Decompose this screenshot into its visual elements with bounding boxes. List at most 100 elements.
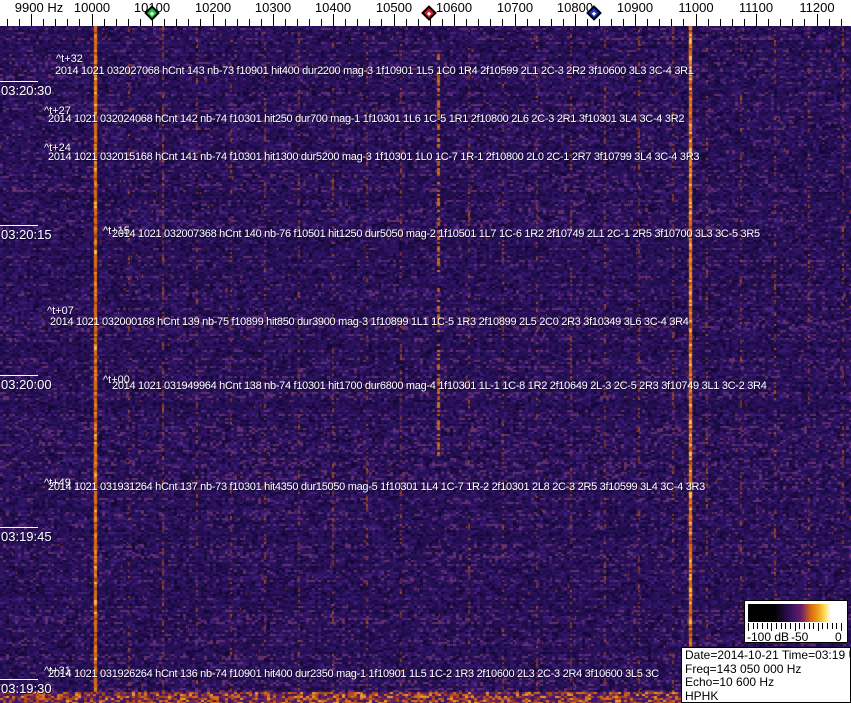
echo-data-text: 2014 1021 032027068 hCnt 143 nb-73 f1090… — [55, 65, 694, 77]
colorbar-tick — [803, 623, 805, 629]
colorbar-label-min: -100 dB — [747, 630, 790, 644]
freq-axis-minor-tick — [442, 19, 444, 26]
freq-axis-minor-tick — [140, 19, 142, 26]
freq-axis-minor-tick — [128, 19, 130, 26]
freq-axis-minor-tick — [7, 19, 8, 26]
colorbar-tick — [813, 623, 815, 629]
freq-axis-label: 10600 — [435, 0, 473, 15]
info-line-echo: Echo=10 600 Hz — [685, 675, 775, 689]
colorbar-label-max: 0 — [835, 630, 842, 644]
freq-axis-minor-tick — [466, 19, 468, 26]
freq-axis-minor-tick — [369, 19, 371, 26]
freq-axis-minor-tick — [43, 19, 45, 26]
colorbar-label-mid: -50 — [791, 630, 809, 644]
colorbar-tick — [789, 623, 791, 629]
freq-marker-red-diamond-icon[interactable] — [421, 5, 437, 21]
time-tick-line — [0, 527, 38, 528]
marker-center-dot — [149, 10, 155, 16]
freq-axis-minor-tick — [55, 19, 57, 26]
colorbar-tick — [841, 623, 842, 631]
freq-axis-label: 10400 — [314, 0, 352, 15]
freq-axis-minor-tick — [708, 19, 710, 26]
freq-axis-minor-tick — [683, 19, 685, 26]
freq-axis-minor-tick — [67, 19, 69, 26]
freq-axis-minor-tick — [19, 19, 20, 26]
freq-axis-major-tick — [696, 14, 697, 26]
freq-axis-minor-tick — [599, 19, 601, 26]
freq-axis-minor-tick — [225, 19, 227, 26]
freq-axis-major-tick — [454, 14, 455, 26]
echo-data-text: 2014 1021 031949964 hCnt 138 nb-74 f1030… — [112, 380, 767, 392]
freq-axis-minor-tick — [357, 19, 359, 26]
freq-axis-minor-tick — [430, 19, 432, 26]
freq-axis-label: 9900 Hz — [14, 0, 64, 15]
colorbar-tick — [794, 623, 796, 631]
time-label: 03:20:15 — [1, 227, 52, 242]
freq-axis-minor-tick — [381, 19, 383, 26]
colorbar-tick — [752, 623, 754, 629]
freq-axis-minor-tick — [587, 19, 589, 26]
colorbar-tick — [831, 623, 833, 629]
freq-axis-label: 11100 — [738, 0, 774, 15]
colorbar-tick — [822, 623, 824, 629]
freq-axis-minor-tick — [804, 19, 806, 26]
freq-axis-major-tick — [333, 14, 334, 26]
freq-axis-minor-tick — [539, 19, 541, 26]
freq-axis-label: 10200 — [194, 0, 232, 15]
freq-axis-minor-tick — [659, 19, 661, 26]
freq-axis-minor-tick — [623, 19, 625, 26]
spectrogram-window: 9900 Hz100001010010200103001040010500106… — [0, 0, 851, 703]
freq-axis-minor-tick — [249, 19, 251, 26]
colorbar-tick — [836, 623, 838, 629]
freq-axis-minor-tick — [261, 19, 263, 26]
freq-axis-minor-tick — [780, 19, 782, 26]
time-tick-line — [0, 81, 38, 82]
freq-axis-minor-tick — [478, 19, 480, 26]
freq-axis-major-tick — [575, 14, 576, 26]
colorbar-tick — [817, 623, 819, 631]
freq-axis-label: 10300 — [254, 0, 292, 15]
freq-axis-minor-tick — [732, 19, 734, 26]
freq-axis-minor-tick — [611, 19, 613, 26]
echo-data-text: 2014 1021 031931264 hCnt 137 nb-73 f1030… — [48, 481, 705, 493]
spectrogram-canvas — [0, 26, 851, 703]
colorbar-tick — [827, 623, 829, 629]
freq-axis-minor-tick — [563, 19, 565, 26]
echo-time-marker: ^t+32 — [56, 53, 83, 65]
freq-axis-minor-tick — [297, 19, 299, 26]
echo-data-text: 2014 1021 032000168 hCnt 139 nb-75 f1089… — [50, 316, 689, 328]
freq-axis-minor-tick — [285, 19, 287, 26]
freq-axis-minor-tick — [768, 19, 770, 26]
freq-axis-major-tick — [756, 14, 757, 26]
freq-axis-label: 10700 — [496, 0, 534, 15]
freq-axis-minor-tick — [164, 19, 166, 26]
freq-axis-minor-tick — [176, 19, 178, 26]
freq-axis-minor-tick — [237, 19, 239, 26]
echo-data-text: 2014 1021 032024068 hCnt 142 nb-74 f1030… — [48, 113, 685, 125]
freq-axis-minor-tick — [200, 19, 202, 26]
colorbar-tick — [766, 623, 768, 629]
freq-axis-major-tick — [635, 14, 636, 26]
freq-axis-minor-tick — [104, 19, 106, 26]
time-label: 03:19:30 — [1, 681, 52, 696]
freq-axis-minor-tick — [79, 19, 81, 26]
time-tick-line — [0, 225, 38, 226]
freq-axis-minor-tick — [551, 19, 553, 26]
freq-axis-label: 10500 — [375, 0, 413, 15]
info-line-freq: Freq=143 050 000 Hz — [685, 661, 802, 676]
time-tick-line — [0, 375, 38, 376]
time-tick-line — [0, 679, 38, 680]
freq-axis-minor-tick — [188, 19, 190, 26]
freq-axis-major-tick — [817, 14, 818, 26]
colorbar-tick — [799, 623, 801, 629]
marker-center-dot — [426, 10, 432, 16]
freq-axis-major-tick — [515, 14, 516, 26]
colorbar-tick — [808, 623, 810, 629]
freq-axis-minor-tick — [671, 19, 673, 26]
echo-data-text: 2014 1021 032015168 hCnt 141 nb-74 f1030… — [48, 151, 700, 163]
freq-axis-major-tick — [213, 14, 214, 26]
freq-axis-major-tick — [273, 14, 274, 26]
freq-axis-minor-tick — [116, 19, 118, 26]
colorbar-tick — [775, 623, 777, 629]
freq-axis-label: 10900 — [616, 0, 654, 15]
